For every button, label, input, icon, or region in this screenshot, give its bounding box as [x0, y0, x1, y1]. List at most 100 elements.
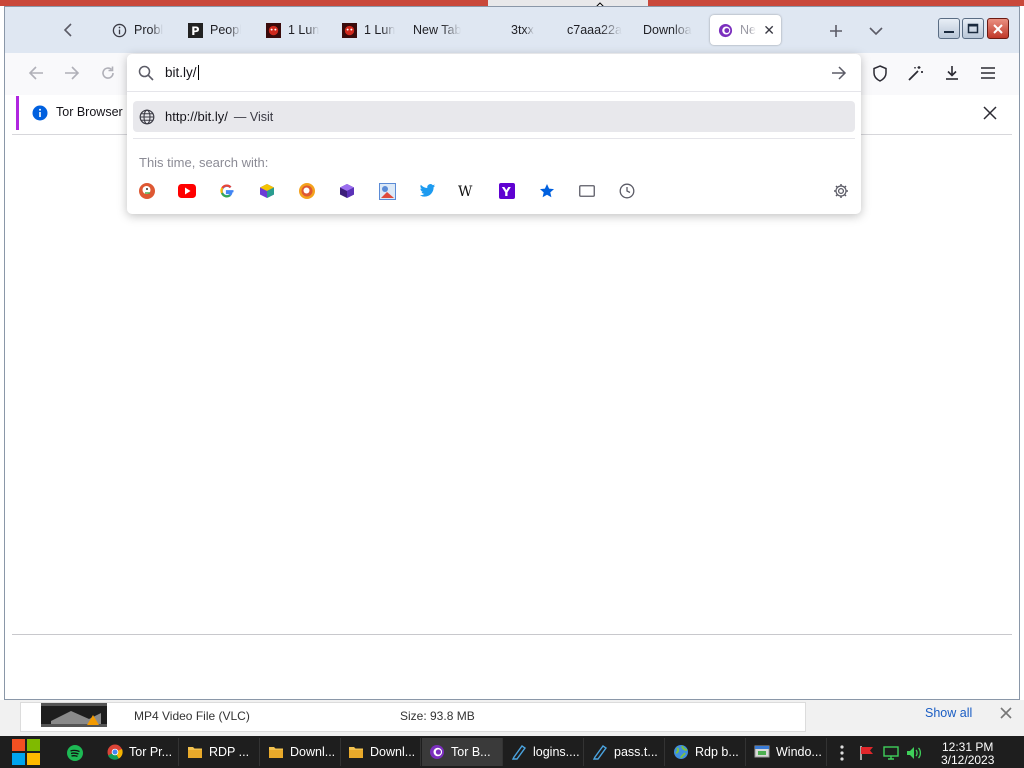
- ddg-onion-icon[interactable]: [298, 182, 316, 200]
- tor-onion-icon: [717, 22, 733, 38]
- search-icon: [138, 65, 154, 81]
- download-size: Size: 93.8 MB: [400, 709, 475, 723]
- hamburger-menu-icon[interactable]: [977, 62, 999, 84]
- app-window-icon: [754, 744, 770, 760]
- tab-title: c7aaa22a: [567, 23, 622, 37]
- tab-4[interactable]: 1 Lun: [335, 15, 401, 45]
- youtube-icon[interactable]: [178, 182, 196, 200]
- taskbar-item[interactable]: Tor Pr...: [100, 738, 179, 766]
- taskbar-item[interactable]: Downl...: [261, 738, 341, 766]
- close-notification-icon[interactable]: [981, 104, 999, 122]
- downloads-icon[interactable]: [941, 62, 963, 84]
- taskbar-label: RDP ...: [209, 745, 250, 759]
- folder-icon: [348, 744, 364, 760]
- action-center-flag-icon[interactable]: [858, 745, 876, 761]
- taskbar-item[interactable]: Windo...: [747, 738, 827, 766]
- globe-icon: [139, 109, 155, 125]
- taskbar-label: Windo...: [776, 745, 822, 759]
- tab-title: Downloa: [643, 23, 692, 37]
- taskbar-label: Downl...: [290, 745, 336, 759]
- go-arrow-icon[interactable]: [831, 66, 847, 80]
- tab-title: Probl: [134, 23, 164, 37]
- taskbar-item[interactable]: Rdp b...: [666, 738, 746, 766]
- taskbar-label: Rdp b...: [695, 745, 739, 759]
- red-creature-icon: [341, 22, 357, 38]
- tab-7[interactable]: c7aaa22a: [561, 15, 631, 45]
- maximize-button[interactable]: [962, 18, 984, 39]
- search-settings-gear-icon[interactable]: [832, 182, 850, 200]
- taskbar-item[interactable]: RDP ...: [180, 738, 260, 766]
- globe-icon: [673, 744, 689, 760]
- svg-text:Y: Y: [501, 185, 511, 199]
- tabs-icon[interactable]: [578, 182, 596, 200]
- taskbar-label: logins....: [533, 745, 580, 759]
- close-tab-icon[interactable]: ✕: [763, 22, 775, 39]
- reload-button[interactable]: [97, 62, 119, 84]
- minimize-button[interactable]: [938, 18, 960, 39]
- content-divider: [12, 634, 1012, 635]
- tab-3[interactable]: 1 Lun: [259, 15, 325, 45]
- close-download-shelf-icon[interactable]: [999, 706, 1013, 720]
- purple-cube-icon[interactable]: [338, 182, 356, 200]
- tab-title: 1 Lun: [364, 23, 395, 37]
- taskbar-item[interactable]: pass.t...: [585, 738, 665, 766]
- new-identity-icon[interactable]: [905, 62, 927, 84]
- suggestion-url: http://bit.ly/: [165, 109, 228, 124]
- show-all-downloads-link[interactable]: Show all: [925, 706, 972, 720]
- taskbar-item-active[interactable]: Tor B...: [422, 738, 503, 766]
- clock-time[interactable]: 12:31 PM: [942, 740, 993, 754]
- taskbar-label: pass.t...: [614, 745, 658, 759]
- tab-8[interactable]: Downloa: [637, 15, 703, 45]
- forward-button[interactable]: [61, 62, 83, 84]
- volume-icon[interactable]: [905, 745, 923, 761]
- tab-title: 1 Lun: [288, 23, 319, 37]
- twitter-icon[interactable]: [418, 182, 436, 200]
- folder-icon: [187, 744, 203, 760]
- tab-5[interactable]: New Tab: [407, 15, 487, 45]
- notepad-icon: [511, 744, 527, 760]
- info-icon: [32, 105, 48, 121]
- tab-title: New Tab: [413, 23, 462, 37]
- suggestion-row[interactable]: http://bit.ly/ — Visit: [133, 101, 855, 132]
- download-item[interactable]: MP4 Video File (VLC) Size: 93.8 MB: [20, 702, 806, 732]
- cube-engine-icon[interactable]: [258, 182, 276, 200]
- google-icon[interactable]: [218, 182, 236, 200]
- tab-2[interactable]: P Peopl: [181, 15, 247, 45]
- tab-title: Peopl: [210, 23, 241, 37]
- shield-icon[interactable]: [869, 62, 891, 84]
- red-creature-icon: [265, 22, 281, 38]
- history-clock-icon[interactable]: [618, 182, 636, 200]
- taskbar-item[interactable]: logins....: [504, 738, 584, 766]
- close-window-button[interactable]: [987, 18, 1009, 39]
- tab-6[interactable]: 3txx: [505, 15, 561, 45]
- urlbar: bit.ly/: [127, 54, 861, 92]
- taskbar-item[interactable]: Downl...: [341, 738, 421, 766]
- wikipedia-icon[interactable]: W: [458, 182, 476, 200]
- tab-title: 3txx: [511, 23, 534, 37]
- taskbar-label: Tor B...: [451, 745, 491, 759]
- yahoo-icon[interactable]: Y: [498, 182, 516, 200]
- image-search-icon[interactable]: [378, 182, 396, 200]
- url-input[interactable]: bit.ly/: [165, 65, 199, 80]
- list-all-tabs-button[interactable]: [865, 20, 887, 42]
- dropdown-divider: [133, 138, 855, 139]
- new-tab-button[interactable]: [825, 20, 847, 42]
- suggestion-action: — Visit: [233, 109, 274, 124]
- spotify-icon[interactable]: [66, 744, 84, 762]
- taskbar-overflow-icon[interactable]: [838, 744, 846, 762]
- tab-1[interactable]: Probl: [105, 15, 171, 45]
- network-icon[interactable]: [882, 745, 900, 761]
- tab-active[interactable]: Ne ✕: [710, 15, 781, 45]
- tabs-scroll-left-button[interactable]: [57, 19, 79, 41]
- taskbar-label: Downl...: [370, 745, 416, 759]
- svg-text:W: W: [458, 184, 473, 198]
- clock-date[interactable]: 3/12/2023: [941, 753, 994, 767]
- duckduckgo-icon[interactable]: [138, 182, 156, 200]
- taskbar-label: Tor Pr...: [129, 745, 173, 759]
- notepad-icon: [592, 744, 608, 760]
- back-button[interactable]: [25, 62, 47, 84]
- bookmarks-star-icon[interactable]: [538, 182, 556, 200]
- start-button[interactable]: [8, 738, 44, 766]
- folder-icon: [268, 744, 284, 760]
- tab-bar: Probl P Peopl 1 Lun 1 Lun New Tab 3txx c…: [5, 7, 1019, 53]
